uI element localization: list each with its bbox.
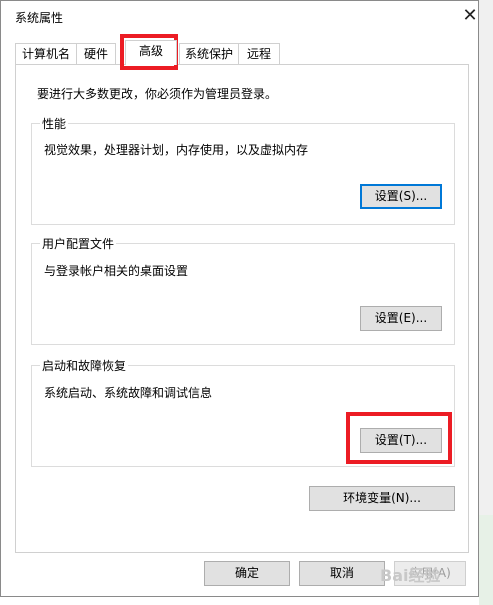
performance-description: 视觉效果，处理器计划，内存使用，以及虚拟内存 [44,143,309,157]
tab-computer-name[interactable]: 计算机名 [15,43,77,64]
close-icon[interactable]: ✕ [459,5,481,27]
tab-system-protection[interactable]: 系统保护 [179,43,239,64]
admin-note: 要进行大多数更改，你必须作为管理员登录。 [37,87,278,101]
cancel-button[interactable]: 取消 [299,561,385,586]
environment-variables-button[interactable]: 环境变量(N)... [309,486,455,511]
system-properties-dialog: 系统属性 ✕ 计算机名 硬件 高级 系统保护 远程 要进行大多数更改，你必须作为… [0,0,479,597]
group-user-profiles: 用户配置文件 与登录帐户相关的桌面设置 设置(E)... [31,235,455,345]
background-window-strip [479,0,493,605]
startup-recovery-description: 系统启动、系统故障和调试信息 [44,386,213,400]
tab-remote[interactable]: 远程 [238,43,280,64]
user-profiles-settings-button[interactable]: 设置(E)... [360,306,442,331]
performance-settings-button[interactable]: 设置(S)... [360,184,442,209]
baidu-jingyan-watermark: Bai经验 [380,566,441,585]
group-performance: 性能 视觉效果，处理器计划，内存使用，以及虚拟内存 设置(S)... [31,115,455,225]
group-title-performance: 性能 [40,115,69,132]
startup-recovery-settings-button[interactable]: 设置(T)... [360,428,442,453]
tab-advanced[interactable]: 高级 [125,40,177,65]
ok-button[interactable]: 确定 [204,561,290,586]
user-profiles-description: 与登录帐户相关的桌面设置 [44,264,189,278]
tab-hardware[interactable]: 硬件 [76,43,116,64]
background-green-area [479,515,493,605]
group-title-startup-recovery: 启动和故障恢复 [40,357,129,374]
group-startup-recovery: 启动和故障恢复 系统启动、系统故障和调试信息 设置(T)... [31,357,455,467]
dialog-title: 系统属性 [15,11,64,25]
group-title-user-profiles: 用户配置文件 [40,235,117,252]
